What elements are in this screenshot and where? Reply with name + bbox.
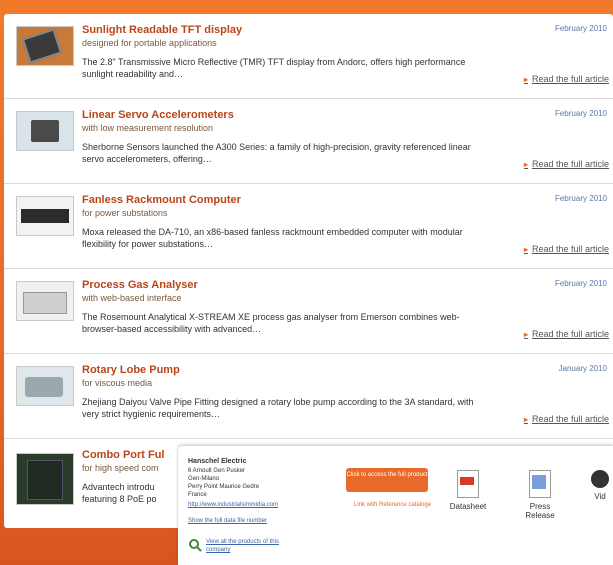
arrow-icon: ▸ [523, 330, 528, 339]
show-more-link[interactable]: Show the full data file number [188, 518, 267, 524]
accelerometer-thumbnail[interactable] [16, 111, 74, 151]
cta-subtext: Link with Reference cataloge [354, 502, 432, 508]
article-title[interactable]: Fanless Rackmount Computer [82, 194, 241, 206]
article-date: January 2010 [558, 364, 607, 373]
video-label: Vid [594, 492, 606, 501]
datasheet-label: Datasheet [449, 502, 487, 511]
article-excerpt: Advantech introdu featuring 8 PoE po [82, 482, 157, 504]
list-item: Rotary Lobe Pump for viscous media Zheji… [4, 354, 613, 439]
article-date: February 2010 [554, 24, 607, 33]
switch-thumbnail[interactable] [16, 453, 74, 505]
article-title[interactable]: Combo Port Ful [82, 449, 165, 461]
article-date: February 2010 [554, 109, 607, 118]
list-item: Sunlight Readable TFT display designed f… [4, 14, 613, 99]
article-subtitle: designed for portable applications [82, 38, 217, 48]
read-more-link[interactable]: ▸ Read the full article [524, 74, 609, 84]
article-title[interactable]: Linear Servo Accelerometers [82, 109, 234, 121]
list-item: Fanless Rackmount Computer for power sub… [4, 184, 613, 269]
press-release-label: Press Release [525, 502, 555, 520]
article-excerpt: Zhejiang Daiyou Valve Pipe Fitting desig… [82, 397, 474, 419]
article-title[interactable]: Sunlight Readable TFT display [82, 24, 242, 36]
view-all-products-link[interactable]: View all the products of this company [206, 538, 296, 554]
article-excerpt: The Rosemount Analytical X-STREAM XE pro… [82, 312, 460, 334]
read-more-link[interactable]: ▸ Read the full article [524, 329, 609, 339]
article-subtitle: for viscous media [82, 378, 153, 388]
arrow-icon: ▸ [523, 160, 528, 169]
article-subtitle: for power substations [82, 208, 168, 218]
article-subtitle: with low measurement resolution [82, 123, 214, 133]
list-item: Linear Servo Accelerometers with low mea… [4, 99, 613, 184]
read-more-link[interactable]: ▸ Read the full article [524, 159, 609, 169]
press-release-item[interactable]: Press Release [518, 470, 562, 520]
tft-display-thumbnail[interactable] [16, 26, 74, 66]
press-release-icon [529, 470, 551, 498]
article-excerpt: The 2.8" Transmissive Micro Reflective (… [82, 57, 466, 79]
gas-analyser-thumbnail[interactable] [16, 281, 74, 321]
address-line: France [188, 492, 207, 498]
video-item[interactable]: Vid [588, 470, 612, 501]
address-line: Gen-Milano [188, 476, 220, 482]
address-line: 6 Arnoult Gen Pusker [188, 468, 246, 474]
pump-thumbnail[interactable] [16, 366, 74, 406]
article-date: February 2010 [554, 194, 607, 203]
address-line: Perry Point Maurice Gedre [188, 484, 260, 490]
article-title[interactable]: Rotary Lobe Pump [82, 364, 180, 376]
article-excerpt: Sherborne Sensors launched the A300 Seri… [82, 142, 471, 164]
video-icon [591, 470, 609, 488]
article-subtitle: for high speed com [82, 463, 159, 473]
list-item: Process Gas Analyser with web-based inte… [4, 269, 613, 354]
article-title[interactable]: Process Gas Analyser [82, 279, 198, 291]
contact-card: Hanschel Electric 6 Arnoult Gen Pusker G… [178, 446, 613, 565]
arrow-icon: ▸ [523, 75, 528, 84]
company-name: Hanschel Electric [188, 458, 247, 465]
article-excerpt: Moxa released the DA-710, an x86-based f… [82, 227, 463, 249]
pdf-icon [457, 470, 479, 498]
website-link[interactable]: http://www.industrialsimmidia.com [188, 502, 278, 508]
read-more-link[interactable]: ▸ Read the full article [524, 244, 609, 254]
arrow-icon: ▸ [523, 245, 528, 254]
rackmount-computer-thumbnail[interactable] [16, 196, 74, 236]
magnifier-icon [189, 539, 202, 552]
access-product-button[interactable]: Click to access the full product [346, 468, 428, 492]
datasheet-item[interactable]: Datasheet [448, 470, 488, 511]
article-subtitle: with web-based interface [82, 293, 182, 303]
article-date: February 2010 [554, 279, 607, 288]
read-more-link[interactable]: ▸ Read the full article [524, 414, 609, 424]
arrow-icon: ▸ [523, 415, 528, 424]
